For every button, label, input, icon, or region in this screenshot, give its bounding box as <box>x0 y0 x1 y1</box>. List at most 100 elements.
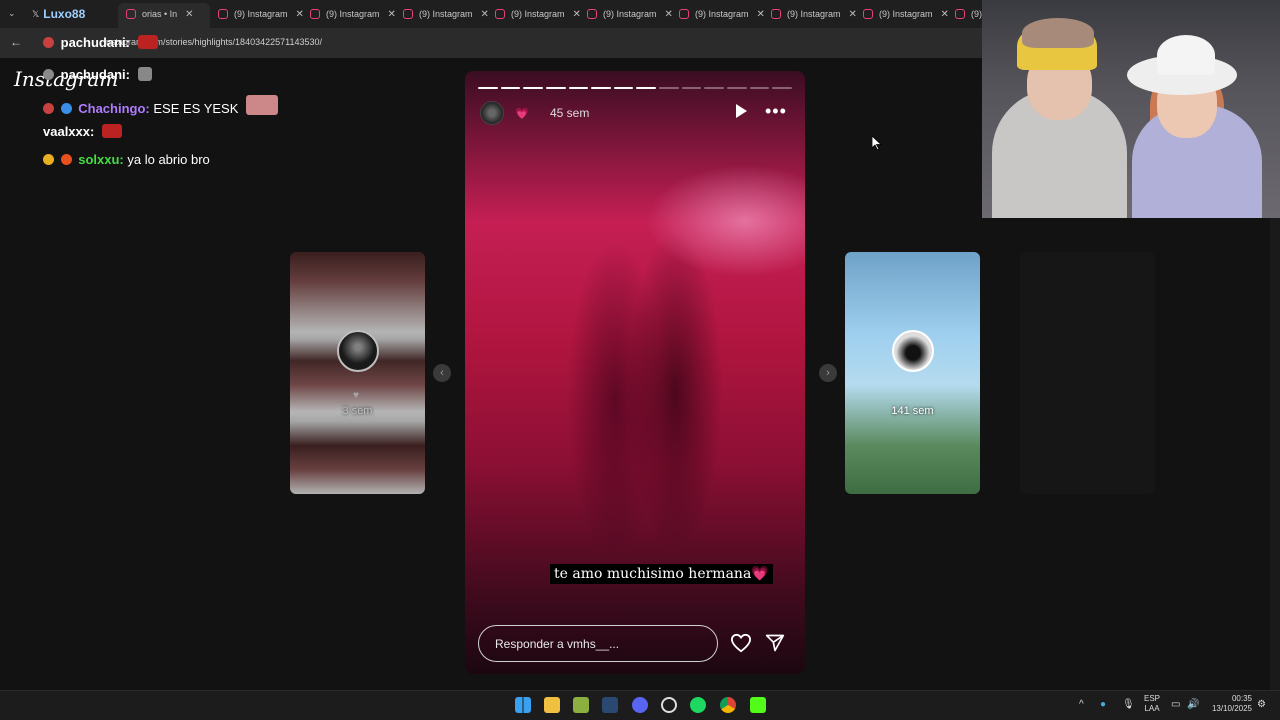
network-icon[interactable]: ▭ <box>1171 699 1180 710</box>
avatar <box>892 330 934 372</box>
chat-message: pachudani: <box>43 35 158 50</box>
story-viewer: 💗 45 sem ••• te amo muchisimo hermana💗 R… <box>465 71 805 674</box>
heart-icon: ♥ <box>353 390 359 401</box>
instagram-icon <box>863 9 873 19</box>
previous-story-arrow-icon[interactable]: ‹ <box>433 364 451 382</box>
story-progress-bar <box>478 87 792 89</box>
steam-icon[interactable] <box>602 697 618 713</box>
send-icon[interactable] <box>765 633 785 653</box>
chat-message: solxxu: ya lo abrio bro <box>43 152 210 167</box>
instagram-icon <box>495 9 505 19</box>
avatar <box>337 330 379 372</box>
tab-historias[interactable]: orias • In ✕ <box>126 3 210 25</box>
obs-icon[interactable] <box>661 697 677 713</box>
close-tab-icon[interactable]: ✕ <box>388 9 396 20</box>
next-story-preview[interactable]: 141 sem <box>845 252 980 494</box>
kick-icon[interactable] <box>750 697 766 713</box>
more-options-icon[interactable]: ••• <box>765 101 787 122</box>
settings-gear-icon[interactable]: ⚙ <box>1257 699 1266 710</box>
browser-tab-strip: ⌄ 𝕏 Luxo88 orias • In ✕ (9) Instagram ✕ … <box>0 0 982 28</box>
clock[interactable]: 00:35 13/10/2025 <box>1206 694 1252 714</box>
tab-instagram[interactable]: (9) Instagram ✕ <box>863 3 949 25</box>
file-explorer-icon[interactable] <box>544 697 560 713</box>
chat-badge-icon <box>60 103 72 114</box>
tab-instagram[interactable]: (9) Instagram ✕ <box>771 3 857 25</box>
chrome-icon[interactable] <box>720 697 736 713</box>
previous-story-preview[interactable]: ♥ 3 sem <box>290 252 425 494</box>
windows-start-icon[interactable] <box>515 697 531 713</box>
tab-instagram[interactable]: (9) Instagram ✕ <box>679 3 765 25</box>
tray-chevron-icon[interactable]: ^ <box>1079 699 1084 710</box>
next-story-arrow-icon[interactable]: › <box>819 364 837 382</box>
instagram-icon <box>403 9 413 19</box>
mouse-cursor-icon <box>872 136 882 150</box>
avatar[interactable] <box>480 101 504 125</box>
reply-input[interactable]: Responder a vmhs__... <box>478 625 718 662</box>
volume-icon[interactable]: 🔊 <box>1187 699 1199 710</box>
spotify-icon[interactable] <box>690 697 706 713</box>
language-indicator[interactable]: ESP LAA <box>1144 694 1160 714</box>
close-tab-icon[interactable]: ✕ <box>185 9 193 20</box>
discord-icon[interactable] <box>632 697 648 713</box>
heart-icon: 💗 <box>515 108 529 120</box>
tab-instagram[interactable]: (9) Instagram ✕ <box>403 3 489 25</box>
story-progress-segment <box>500 87 521 89</box>
story-progress-segment <box>568 87 589 89</box>
story-progress-segment <box>613 87 634 89</box>
story-time-label: 3 sem <box>342 405 373 417</box>
chat-message: pachudani: <box>43 67 152 82</box>
close-tab-icon[interactable]: ✕ <box>573 9 581 20</box>
instagram-icon <box>218 9 228 19</box>
instagram-icon <box>679 9 689 19</box>
tray-app-icon[interactable]: ● <box>1100 699 1106 710</box>
story-progress-segment <box>727 87 747 89</box>
chat-emote-icon <box>137 67 152 81</box>
tab-instagram[interactable]: (9) Instagram ✕ <box>587 3 673 25</box>
tab-luxo88[interactable]: 𝕏 Luxo88 <box>32 3 85 25</box>
close-tab-icon[interactable]: ✕ <box>849 9 857 20</box>
instagram-icon <box>126 9 136 19</box>
back-arrow-icon[interactable]: ← <box>10 35 22 49</box>
cowboy-hat-crown <box>1157 35 1215 75</box>
tab-instagram[interactable]: (9) Instagram ✕ <box>310 3 396 25</box>
tab-instagram-partial[interactable]: (9) Insti <box>955 3 982 25</box>
story-time-label: 45 sem <box>550 106 590 120</box>
instagram-icon <box>587 9 597 19</box>
tab-instagram[interactable]: (9) Instagram ✕ <box>218 3 304 25</box>
empty-story-preview <box>1020 252 1155 494</box>
tab-instagram[interactable]: (9) Instagram ✕ <box>495 3 581 25</box>
chat-emote-icon <box>101 124 122 138</box>
tab-list-chevron-icon[interactable]: ⌄ <box>8 8 16 19</box>
microphone-icon[interactable]: 🎙 <box>1122 699 1135 710</box>
story-progress-segment <box>772 87 792 89</box>
instagram-icon <box>955 9 965 19</box>
chat-emote-icon <box>246 95 279 115</box>
story-caption: te amo muchisimo hermana💗 <box>550 564 773 584</box>
x-logo-icon: 𝕏 <box>32 8 40 19</box>
story-progress-segment <box>545 87 566 89</box>
chat-badge-icon <box>43 69 54 80</box>
close-tab-icon[interactable]: ✕ <box>665 9 673 20</box>
play-icon[interactable] <box>736 104 747 118</box>
story-progress-segment <box>704 87 725 89</box>
chat-badge-icon <box>43 103 54 114</box>
minecraft-icon[interactable] <box>573 697 589 713</box>
instagram-icon <box>310 9 320 19</box>
story-progress-segment <box>478 87 498 89</box>
story-progress-segment <box>749 87 770 89</box>
story-progress-segment <box>591 87 611 89</box>
close-tab-icon[interactable]: ✕ <box>757 9 765 20</box>
webcam-overlay <box>982 0 1280 218</box>
chat-badge-icon <box>43 37 54 48</box>
chat-emote-icon <box>137 35 158 49</box>
story-progress-segment <box>523 87 543 89</box>
close-tab-icon[interactable]: ✕ <box>941 9 949 20</box>
chat-badge-icon <box>60 154 72 165</box>
close-tab-icon[interactable]: ✕ <box>481 9 489 20</box>
chat-message: Chachingo: ESE ES YESK <box>43 95 279 116</box>
page-scrollbar[interactable] <box>1270 218 1280 690</box>
like-heart-icon[interactable] <box>730 633 752 653</box>
story-progress-segment <box>659 87 679 89</box>
story-time-label: 141 sem <box>891 405 934 417</box>
close-tab-icon[interactable]: ✕ <box>296 9 304 20</box>
